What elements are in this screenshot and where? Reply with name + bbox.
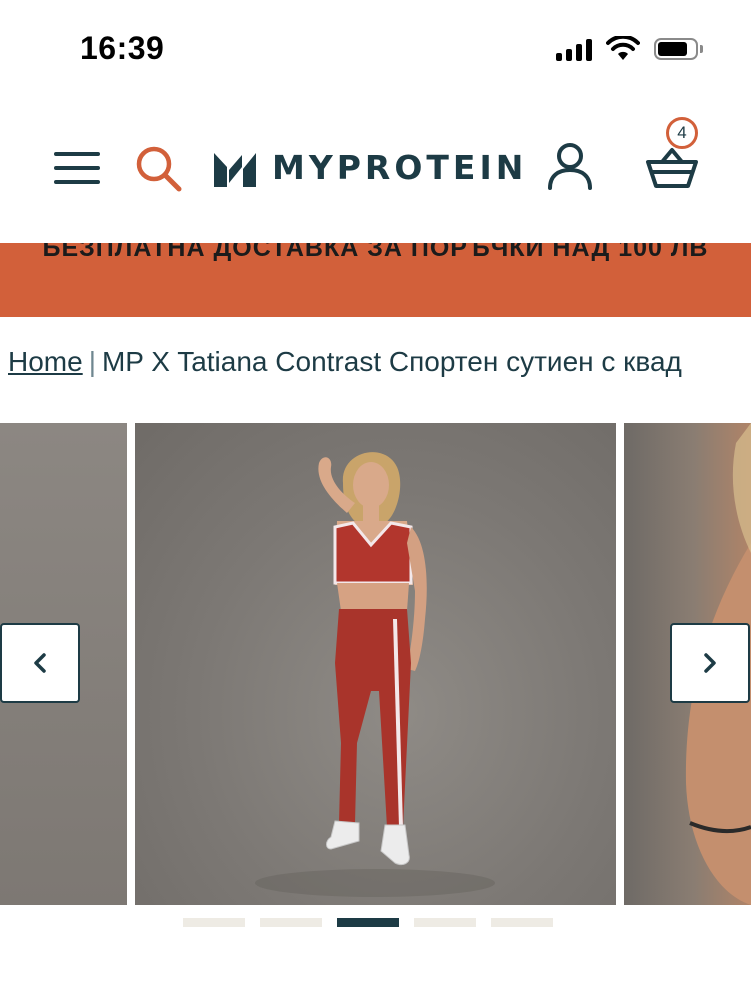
gallery-next-button[interactable] [670, 623, 750, 703]
brand-name: MYPROTEIN [272, 148, 528, 187]
promo-text: БЕЗПЛАТНА ДОСТАВКА ЗА ПОРЪЧКИ НАД 100 ЛВ [42, 243, 709, 262]
gallery-slide-current[interactable] [135, 423, 616, 905]
promo-banner[interactable]: БЕЗПЛАТНА ДОСТАВКА ЗА ПОРЪЧКИ НАД 100 ЛВ [0, 243, 751, 317]
cellular-signal-icon [556, 37, 592, 61]
brand-logo[interactable]: MYPROTEIN [214, 148, 527, 187]
chevron-right-icon [704, 653, 716, 673]
breadcrumb-separator: | [88, 346, 96, 377]
gallery-page-indicator-4[interactable] [414, 918, 476, 927]
account-icon [548, 143, 592, 190]
basket-count-badge: 4 [666, 117, 698, 149]
gallery-pagination [183, 918, 553, 927]
gallery-page-indicator-5[interactable] [491, 918, 553, 927]
account-button[interactable] [544, 140, 596, 192]
battery-icon [654, 38, 703, 60]
gallery-prev-button[interactable] [0, 623, 80, 703]
logo-mark-icon [214, 152, 256, 187]
breadcrumb: Home | MP X Tatiana Contrast Спортен сутие… [8, 346, 751, 378]
search-button[interactable] [134, 144, 184, 194]
wifi-icon [606, 36, 640, 60]
menu-button[interactable] [54, 150, 102, 186]
breadcrumb-current: MP X Tatiana Contrast Спортен сутиен с к… [101, 346, 682, 377]
chevron-left-icon [34, 653, 46, 673]
gallery-page-indicator-1[interactable] [183, 918, 245, 927]
basket-button[interactable] [644, 140, 700, 192]
search-icon [136, 146, 182, 192]
status-bar: 16:39 [0, 0, 751, 100]
basket-icon [646, 148, 698, 188]
site-header: MYPROTEIN [0, 100, 751, 245]
status-time: 16:39 [80, 30, 165, 66]
gallery-page-indicator-3[interactable] [337, 918, 399, 927]
gallery-page-indicator-2[interactable] [260, 918, 322, 927]
product-photo [255, 452, 495, 897]
breadcrumb-home-link[interactable]: Home [8, 346, 83, 377]
status-icons [556, 36, 703, 62]
product-gallery [0, 423, 751, 905]
